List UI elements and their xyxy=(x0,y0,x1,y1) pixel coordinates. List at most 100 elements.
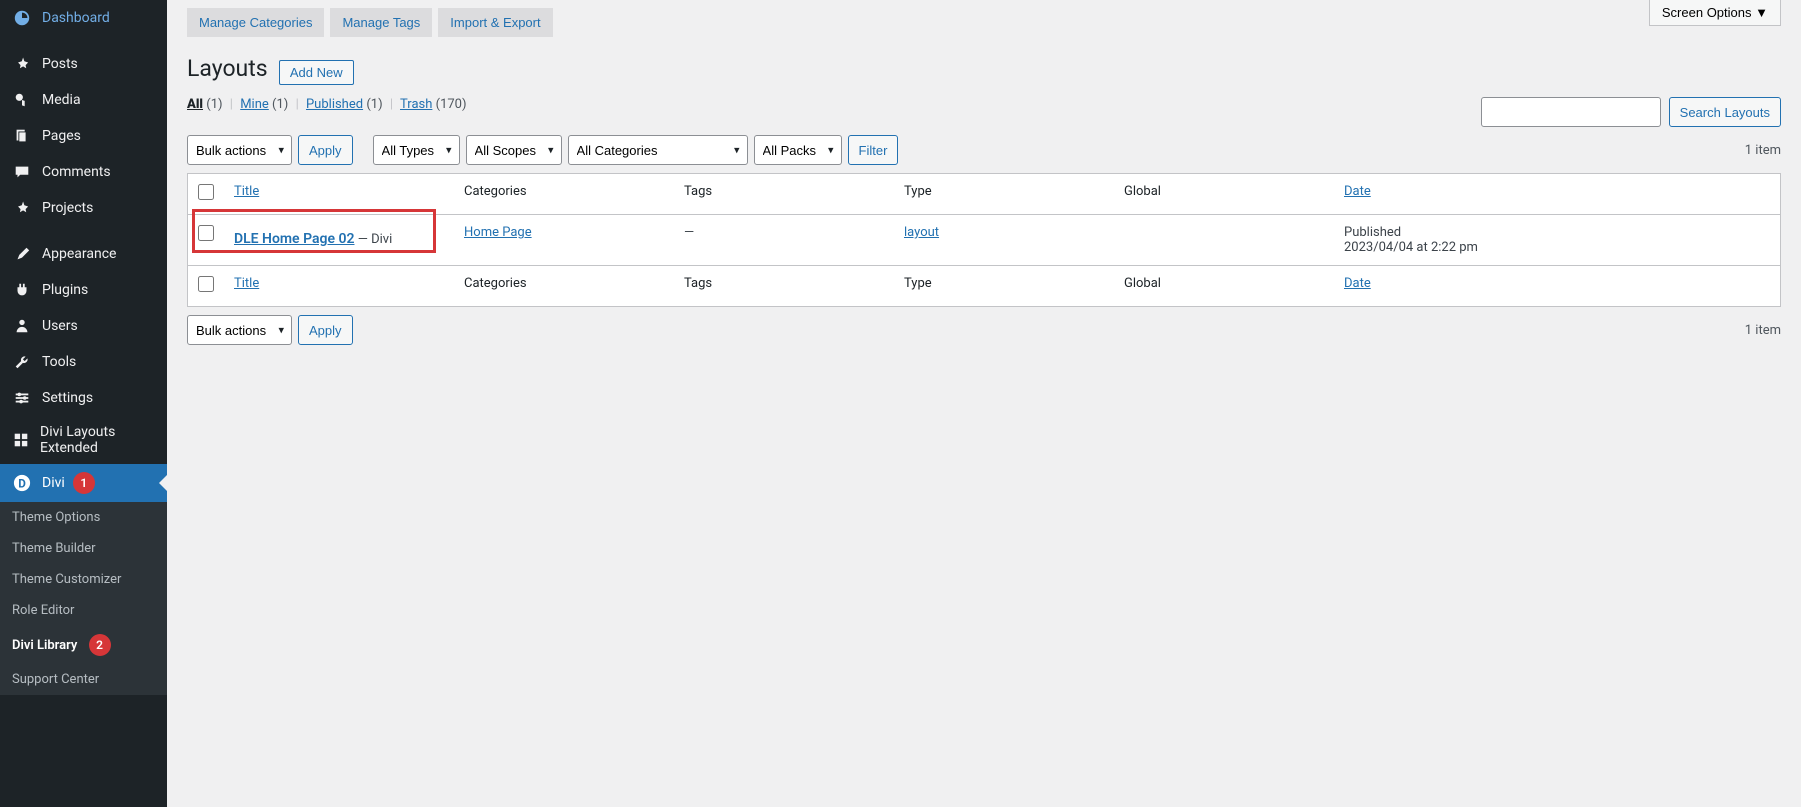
col-title-footer[interactable]: Title xyxy=(234,276,259,291)
view-all-count: (1) xyxy=(206,97,222,112)
submenu-theme-customizer[interactable]: Theme Customizer xyxy=(0,564,167,595)
sidebar-item-label: Plugins xyxy=(42,282,88,298)
sidebar-item-label: Pages xyxy=(42,128,81,144)
sidebar-item-dashboard[interactable]: Dashboard xyxy=(0,0,167,36)
row-checkbox[interactable] xyxy=(198,225,214,241)
row-tags: — xyxy=(684,225,694,240)
apply-bulk-button-bottom[interactable]: Apply xyxy=(298,315,353,345)
divi-submenu: Theme Options Theme Builder Theme Custom… xyxy=(0,502,167,695)
page-icon xyxy=(12,126,32,146)
wrench-icon xyxy=(12,352,32,372)
sidebar-item-label: Appearance xyxy=(42,246,116,262)
add-new-button[interactable]: Add New xyxy=(279,60,354,85)
media-icon xyxy=(12,90,32,110)
pin-icon xyxy=(12,198,32,218)
sidebar-item-pages[interactable]: Pages xyxy=(0,118,167,154)
layouts-icon xyxy=(12,430,30,450)
row-title-link[interactable]: DLE Home Page 02 xyxy=(234,231,354,247)
view-filters: All (1) | Mine (1) | Published (1) | Tra… xyxy=(187,97,467,112)
sidebar-item-appearance[interactable]: Appearance xyxy=(0,236,167,272)
col-type: Type xyxy=(904,184,932,199)
sidebar-item-label: Projects xyxy=(42,200,93,216)
submenu-support-center[interactable]: Support Center xyxy=(0,664,167,695)
sidebar-item-label: Tools xyxy=(42,354,76,370)
sidebar-item-media[interactable]: Media xyxy=(0,82,167,118)
col-tags-footer: Tags xyxy=(684,276,712,291)
pin-icon xyxy=(12,54,32,74)
col-global: Global xyxy=(1124,184,1161,199)
tab-import-export[interactable]: Import & Export xyxy=(438,8,552,37)
tab-manage-categories[interactable]: Manage Categories xyxy=(187,8,324,37)
svg-text:D: D xyxy=(18,477,26,491)
view-all[interactable]: All xyxy=(187,97,203,112)
col-tags: Tags xyxy=(684,184,712,199)
col-date[interactable]: Date xyxy=(1344,184,1371,199)
item-count: 1 item xyxy=(1745,143,1781,158)
table-row: DLE Home Page 02 — Divi Home Page — layo… xyxy=(188,215,1781,266)
sidebar-item-label: Posts xyxy=(42,56,78,72)
filter-categories-select[interactable]: All Categories xyxy=(568,135,748,165)
bulk-actions-select-bottom[interactable]: Bulk actions xyxy=(187,315,292,345)
divi-icon: D xyxy=(12,473,32,493)
tab-manage-tags[interactable]: Manage Tags xyxy=(330,8,432,37)
bulk-actions-select[interactable]: Bulk actions xyxy=(187,135,292,165)
view-published-count: (1) xyxy=(366,97,382,112)
badge: 1 xyxy=(73,472,95,494)
col-type-footer: Type xyxy=(904,276,932,291)
sidebar-item-divi-layouts-extended[interactable]: Divi Layouts Extended xyxy=(0,416,167,464)
row-date-value: 2023/04/04 at 2:22 pm xyxy=(1344,240,1770,255)
sidebar-item-comments[interactable]: Comments xyxy=(0,154,167,190)
layouts-table: Title Categories Tags Type Global Date D… xyxy=(187,173,1781,307)
submenu-divi-library[interactable]: Divi Library 2 xyxy=(0,626,167,664)
col-title[interactable]: Title xyxy=(234,184,259,199)
sidebar-item-settings[interactable]: Settings xyxy=(0,380,167,416)
main-content: Screen Options ▼ Manage Categories Manag… xyxy=(167,0,1801,807)
sidebar-item-label: Divi xyxy=(42,475,65,491)
view-mine[interactable]: Mine xyxy=(240,97,269,112)
select-all-checkbox-footer[interactable] xyxy=(198,276,214,292)
user-icon xyxy=(12,316,32,336)
row-state: — Divi xyxy=(354,232,392,247)
filter-types-select[interactable]: All Types xyxy=(373,135,460,165)
view-published[interactable]: Published xyxy=(306,97,363,112)
search-input[interactable] xyxy=(1481,97,1661,127)
filter-button[interactable]: Filter xyxy=(848,135,899,165)
chevron-down-icon: ▼ xyxy=(1755,5,1768,20)
sidebar-item-tools[interactable]: Tools xyxy=(0,344,167,380)
page-title: Layouts xyxy=(187,55,268,82)
screen-options-label: Screen Options xyxy=(1662,5,1752,20)
apply-bulk-button[interactable]: Apply xyxy=(298,135,353,165)
sidebar-item-label: Users xyxy=(42,318,78,334)
settings-icon xyxy=(12,388,32,408)
sidebar-item-posts[interactable]: Posts xyxy=(0,46,167,82)
sidebar-item-label: Settings xyxy=(42,390,93,406)
filter-scopes-select[interactable]: All Scopes xyxy=(466,135,562,165)
item-count-bottom: 1 item xyxy=(1745,323,1781,338)
sidebar-item-users[interactable]: Users xyxy=(0,308,167,344)
view-trash-count: (170) xyxy=(436,97,467,112)
brush-icon xyxy=(12,244,32,264)
col-date-footer[interactable]: Date xyxy=(1344,276,1371,291)
top-tabs: Manage Categories Manage Tags Import & E… xyxy=(187,8,1781,37)
row-type-link[interactable]: layout xyxy=(904,225,939,240)
submenu-role-editor[interactable]: Role Editor xyxy=(0,595,167,626)
dashboard-icon xyxy=(12,8,32,28)
filter-packs-select[interactable]: All Packs xyxy=(754,135,842,165)
view-mine-count: (1) xyxy=(272,97,288,112)
sidebar-item-plugins[interactable]: Plugins xyxy=(0,272,167,308)
submenu-label: Divi Library xyxy=(12,638,77,653)
view-trash[interactable]: Trash xyxy=(400,97,432,112)
row-category-link[interactable]: Home Page xyxy=(464,225,532,240)
select-all-checkbox[interactable] xyxy=(198,184,214,200)
col-categories-footer: Categories xyxy=(464,276,527,291)
submenu-theme-builder[interactable]: Theme Builder xyxy=(0,533,167,564)
admin-sidebar: Dashboard Posts Media Pages Comments Pro… xyxy=(0,0,167,807)
plug-icon xyxy=(12,280,32,300)
sidebar-item-projects[interactable]: Projects xyxy=(0,190,167,226)
submenu-theme-options[interactable]: Theme Options xyxy=(0,502,167,533)
sidebar-item-divi[interactable]: D Divi 1 xyxy=(0,464,167,502)
search-button[interactable]: Search Layouts xyxy=(1669,97,1781,127)
screen-options-button[interactable]: Screen Options ▼ xyxy=(1649,0,1781,26)
sidebar-item-label: Media xyxy=(42,92,81,108)
row-date-status: Published xyxy=(1344,225,1770,240)
